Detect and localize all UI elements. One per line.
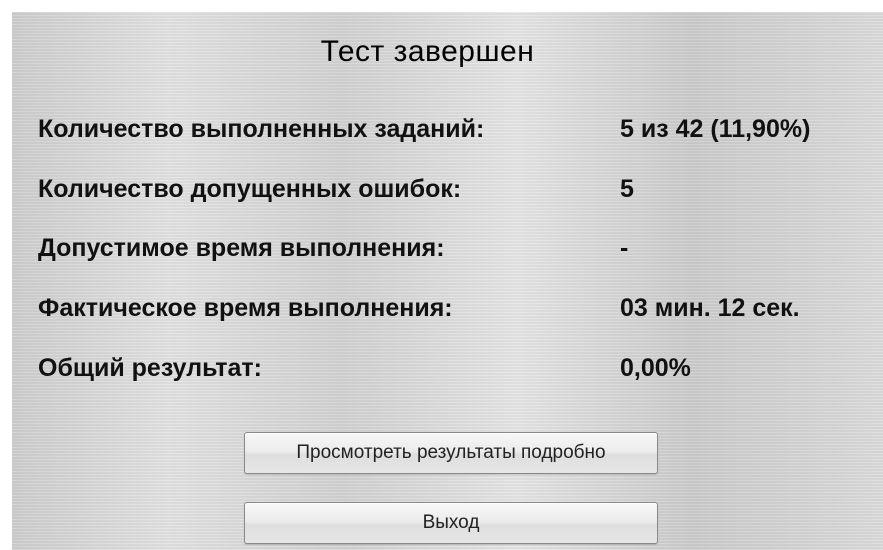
overall-result-value: 0,00%	[620, 354, 691, 382]
completed-tasks-value: 5 из 42 (11,90%)	[620, 115, 811, 143]
test-results-panel: Тест завершен Количество выполненных зад…	[12, 12, 883, 550]
exit-button[interactable]: Выход	[244, 502, 658, 544]
overall-result-label: Общий результат:	[38, 354, 262, 382]
allowed-time-label: Допустимое время выполнения:	[38, 234, 445, 262]
actual-time-value: 03 мин. 12 сек.	[620, 294, 800, 322]
allowed-time-value: -	[620, 234, 629, 262]
completed-tasks-label: Количество выполненных заданий:	[38, 115, 485, 143]
view-details-button[interactable]: Просмотреть результаты подробно	[244, 432, 658, 474]
dialog-title: Тест завершен	[320, 35, 535, 68]
errors-count-label: Количество допущенных ошибок:	[38, 175, 462, 203]
actual-time-label: Фактическое время выполнения:	[38, 294, 453, 322]
errors-count-value: 5	[620, 175, 634, 203]
